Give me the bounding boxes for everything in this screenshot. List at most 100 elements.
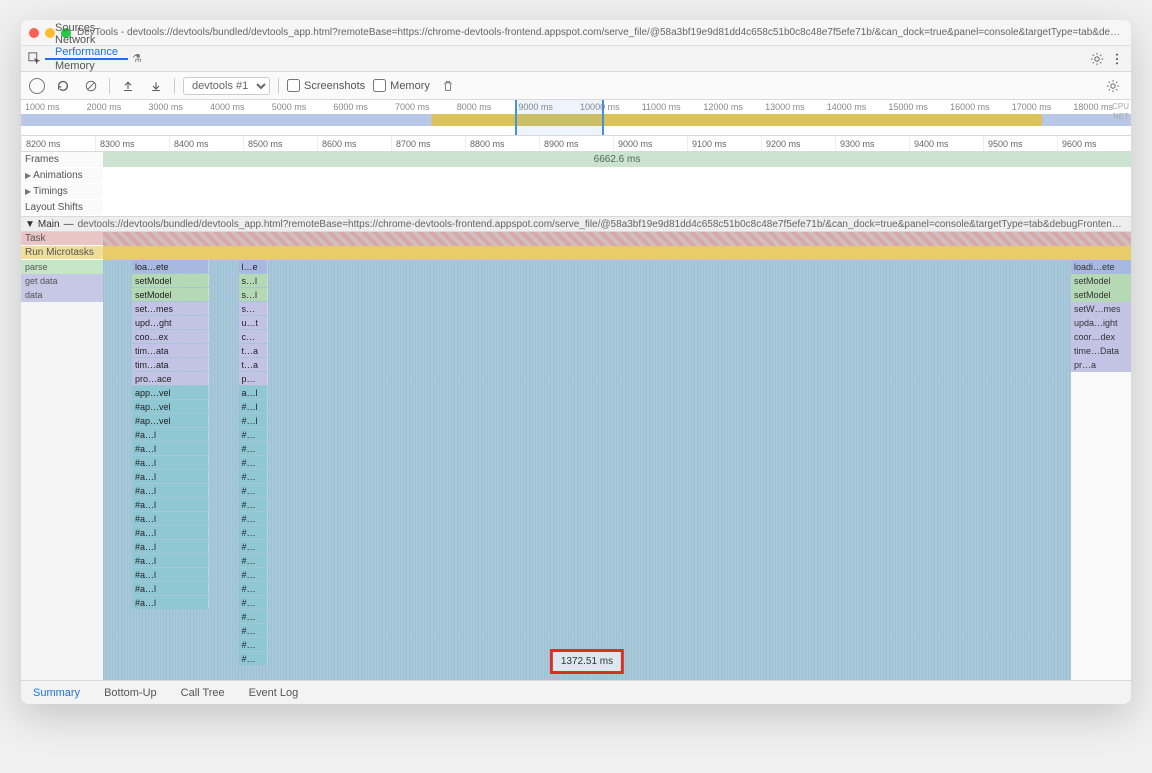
overview-tick: 4000 ms <box>206 102 268 112</box>
track-layout-shifts[interactable]: Layout Shifts <box>21 200 1131 216</box>
flame-right-bar[interactable]: setModel <box>1071 288 1131 302</box>
save-profile-button[interactable] <box>146 76 166 96</box>
flame-bar[interactable]: s…l <box>239 288 268 301</box>
flame-bar[interactable]: #… <box>239 484 268 497</box>
overview-tick: 8000 ms <box>453 102 515 112</box>
record-button[interactable] <box>29 78 45 94</box>
settings-icon[interactable] <box>1087 49 1107 69</box>
flame-chart[interactable]: parseget datadata 1372.51 ms loa…etesetM… <box>21 260 1131 680</box>
flame-bar[interactable]: #… <box>239 652 268 665</box>
flame-bar[interactable]: #a…l <box>132 512 209 525</box>
flame-bar[interactable]: #… <box>239 428 268 441</box>
track-main-header[interactable]: ▼ Main — devtools://devtools/bundled/dev… <box>21 216 1131 232</box>
flame-right-bar[interactable]: setModel <box>1071 274 1131 288</box>
flame-bar[interactable]: #a…l <box>132 554 209 567</box>
tab-network[interactable]: Network <box>45 34 128 46</box>
flame-bar[interactable]: #…l <box>239 414 268 427</box>
flame-bar[interactable]: #… <box>239 456 268 469</box>
flame-bar[interactable]: #a…l <box>132 484 209 497</box>
flame-bar[interactable]: coo…ex <box>132 330 209 343</box>
flame-bar[interactable]: l…e <box>239 260 268 273</box>
gc-button[interactable] <box>438 76 458 96</box>
flame-bar[interactable]: setModel <box>132 274 209 287</box>
flame-bar[interactable]: tim…ata <box>132 344 209 357</box>
flame-bar[interactable]: #a…l <box>132 540 209 553</box>
details-tab-summary[interactable]: Summary <box>21 681 92 704</box>
flame-bar[interactable]: #a…l <box>132 470 209 483</box>
clear-button[interactable] <box>81 76 101 96</box>
flame-right-bar[interactable]: coor…dex <box>1071 330 1131 344</box>
flame-bar[interactable]: #a…l <box>132 442 209 455</box>
tab-performance[interactable]: Performance <box>45 46 128 60</box>
flame-bar[interactable]: #a…l <box>132 498 209 511</box>
flame-bar[interactable]: upd…ght <box>132 316 209 329</box>
flame-bar[interactable]: pro…ace <box>132 372 209 385</box>
flame-bar[interactable]: #…l <box>239 400 268 413</box>
capture-settings-icon[interactable] <box>1103 76 1123 96</box>
reload-record-button[interactable] <box>53 76 73 96</box>
flame-bar[interactable]: p… <box>239 372 268 385</box>
flame-bar[interactable]: loa…ete <box>132 260 209 273</box>
flame-bar[interactable]: u…t <box>239 316 268 329</box>
flame-bar[interactable]: s…l <box>239 274 268 287</box>
flame-bar[interactable]: tim…ata <box>132 358 209 371</box>
ruler-tick: 8900 ms <box>539 136 613 151</box>
flame-microtask-row: Run Microtasks <box>21 246 103 259</box>
flame-bar[interactable]: s… <box>239 302 268 315</box>
flame-right-bar[interactable]: time…Data <box>1071 344 1131 358</box>
flame-bar[interactable]: t…a <box>239 344 268 357</box>
flame-bar[interactable]: c… <box>239 330 268 343</box>
flame-right-bar[interactable]: loadi…ete <box>1071 260 1131 274</box>
flame-bar[interactable]: #a…l <box>132 568 209 581</box>
overview-tick: 16000 ms <box>946 102 1008 112</box>
flame-bar[interactable]: #… <box>239 554 268 567</box>
flame-bar[interactable]: #a…l <box>132 582 209 595</box>
flame-bar[interactable]: #ap…vel <box>132 414 209 427</box>
flame-right-bar[interactable]: setW…mes <box>1071 302 1131 316</box>
track-animations[interactable]: ▶Animations <box>21 168 1131 184</box>
flame-bar[interactable]: #… <box>239 638 268 651</box>
flame-bar[interactable]: #… <box>239 498 268 511</box>
flame-bar[interactable]: set…mes <box>132 302 209 315</box>
more-icon[interactable] <box>1107 49 1127 69</box>
tab-sources[interactable]: Sources <box>45 22 128 34</box>
details-tab-bottom-up[interactable]: Bottom-Up <box>92 681 169 704</box>
ruler-tick: 9300 ms <box>835 136 909 151</box>
timeline-overview[interactable]: 1000 ms2000 ms3000 ms4000 ms5000 ms6000 … <box>21 100 1131 136</box>
track-timings[interactable]: ▶Timings <box>21 184 1131 200</box>
details-tab-call-tree[interactable]: Call Tree <box>169 681 237 704</box>
flame-bar[interactable]: #… <box>239 582 268 595</box>
flame-bar[interactable]: #… <box>239 470 268 483</box>
load-profile-button[interactable] <box>118 76 138 96</box>
flame-bar[interactable]: #a…l <box>132 596 209 609</box>
flame-bar[interactable]: #… <box>239 596 268 609</box>
flame-bar[interactable]: #a…l <box>132 428 209 441</box>
flame-bar[interactable]: setModel <box>132 288 209 301</box>
flame-bar[interactable]: app…vel <box>132 386 209 399</box>
flame-bar[interactable]: #ap…vel <box>132 400 209 413</box>
track-frames[interactable]: Frames 6662.6 ms <box>21 152 1131 168</box>
memory-checkbox[interactable]: Memory <box>373 79 430 92</box>
flame-bar[interactable]: a…l <box>239 386 268 399</box>
tab-memory[interactable]: Memory <box>45 60 128 72</box>
flame-bar[interactable]: #… <box>239 610 268 623</box>
flame-bar[interactable]: #… <box>239 442 268 455</box>
flame-row-label: get data <box>21 274 103 288</box>
flame-right-bar[interactable]: upda…ight <box>1071 316 1131 330</box>
flame-ruler: 8200 ms8300 ms8400 ms8500 ms8600 ms8700 … <box>21 136 1131 152</box>
flame-bar[interactable]: #a…l <box>132 526 209 539</box>
flame-bar[interactable]: #… <box>239 526 268 539</box>
details-tab-event-log[interactable]: Event Log <box>237 681 311 704</box>
flame-bar[interactable]: #a…l <box>132 456 209 469</box>
flame-bar[interactable]: t…a <box>239 358 268 371</box>
close-window-button[interactable] <box>29 28 39 38</box>
flame-bar[interactable]: #… <box>239 568 268 581</box>
overview-window-handle[interactable] <box>515 100 604 135</box>
flame-right-bar[interactable]: pr…a <box>1071 358 1131 372</box>
flame-bar[interactable]: #… <box>239 540 268 553</box>
profile-selector[interactable]: devtools #1 <box>183 77 270 95</box>
inspect-icon[interactable] <box>25 49 45 69</box>
flame-bar[interactable]: #… <box>239 512 268 525</box>
screenshots-checkbox[interactable]: Screenshots <box>287 79 365 92</box>
flame-bar[interactable]: #… <box>239 624 268 637</box>
